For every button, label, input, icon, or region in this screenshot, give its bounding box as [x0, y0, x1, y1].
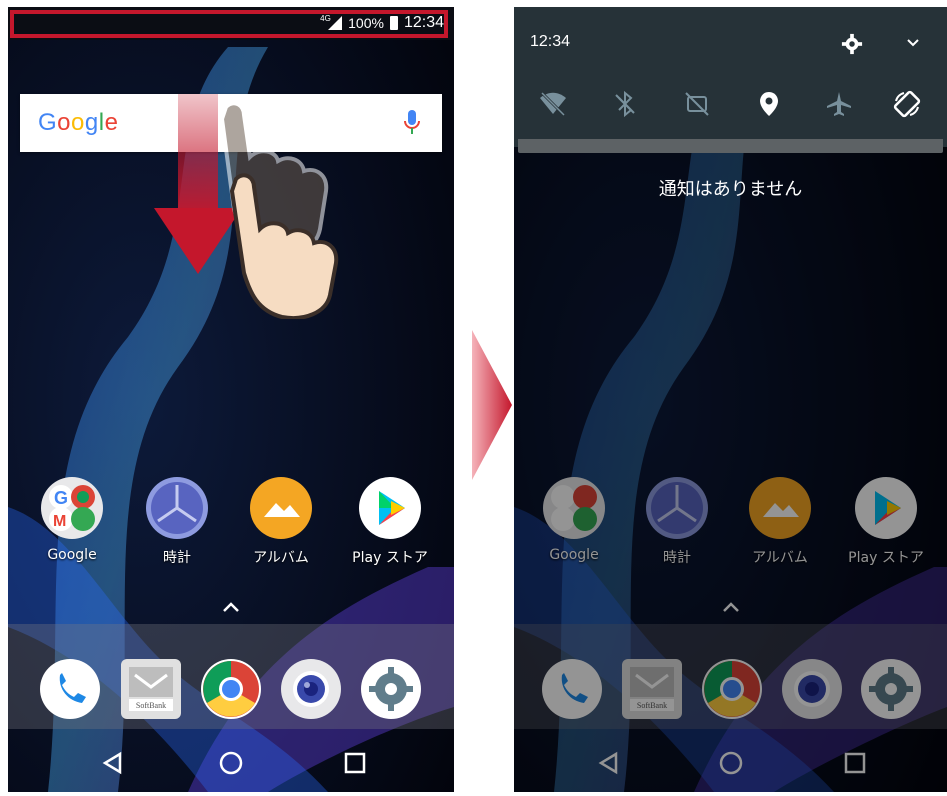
app-label: アルバム: [752, 550, 808, 566]
notification-shade[interactable]: 12:34: [514, 7, 947, 147]
app-label: Play ストア: [352, 550, 428, 566]
settings-gear-icon[interactable]: [841, 33, 863, 55]
app-google-folder[interactable]: G M Google: [26, 477, 118, 563]
app-label: Google: [47, 547, 97, 563]
app-drawer-chevron-icon[interactable]: [222, 601, 240, 613]
quick-settings-row: [528, 89, 933, 119]
chrome-icon[interactable]: [201, 659, 261, 719]
app-label: Play ストア: [848, 550, 924, 566]
bluetooth-off-icon[interactable]: [610, 89, 640, 119]
camera-icon[interactable]: [281, 659, 341, 719]
navigation-bar: [8, 732, 454, 792]
dock: SoftBank: [8, 624, 454, 729]
app-label: Google: [549, 547, 599, 563]
status-bar-highlight-frame: [10, 10, 448, 38]
app-label: 時計: [663, 550, 691, 566]
google-folder-icon: [543, 477, 605, 539]
svg-text:SoftBank: SoftBank: [136, 701, 166, 710]
app-label: アルバム: [253, 550, 309, 566]
recents-icon[interactable]: [842, 750, 868, 776]
dnd-icon[interactable]: [682, 89, 712, 119]
back-icon[interactable]: [100, 750, 126, 776]
softbank-mail-icon[interactable]: SoftBank: [121, 659, 181, 719]
svg-text:M: M: [53, 513, 66, 530]
swiping-hand-icon: [219, 101, 339, 319]
app-google-folder[interactable]: Google: [528, 477, 620, 563]
wifi-off-icon[interactable]: [538, 89, 568, 119]
play-store-icon: [359, 477, 421, 539]
app-drawer-chevron-icon[interactable]: [722, 601, 740, 613]
settings-icon[interactable]: [861, 659, 921, 719]
microphone-icon[interactable]: [404, 110, 420, 136]
app-play-store[interactable]: Play ストア: [840, 477, 932, 567]
no-notifications-message: 通知はありません: [658, 179, 803, 200]
location-icon[interactable]: [754, 89, 784, 119]
play-store-icon: [855, 477, 917, 539]
app-clock[interactable]: 時計: [631, 477, 723, 567]
clock-icon: [146, 477, 208, 539]
app-album[interactable]: アルバム: [235, 477, 327, 567]
airplane-icon[interactable]: [824, 89, 854, 119]
shade-time: 12:34: [530, 33, 571, 50]
recents-icon[interactable]: [342, 750, 368, 776]
left-phone-screen: 4G 100% 12:34 Google G M Google 時計 アルバム …: [8, 7, 454, 792]
google-logo: Google: [38, 109, 119, 136]
app-clock[interactable]: 時計: [131, 477, 223, 567]
google-folder-icon: G M: [41, 477, 103, 539]
app-album[interactable]: アルバム: [734, 477, 826, 567]
app-label: 時計: [163, 550, 191, 566]
clock-icon: [646, 477, 708, 539]
chrome-icon[interactable]: [702, 659, 762, 719]
camera-icon[interactable]: [782, 659, 842, 719]
dock: SoftBank: [514, 624, 947, 729]
right-phone-screen: Google 時計 アルバム Play ストア SoftBank 12:34 通…: [514, 7, 947, 792]
shade-drag-handle[interactable]: [518, 139, 943, 153]
softbank-mail-icon[interactable]: SoftBank: [622, 659, 682, 719]
phone-icon[interactable]: [40, 659, 100, 719]
navigation-bar: [514, 732, 947, 792]
svg-text:G: G: [54, 488, 68, 508]
expand-chevron-icon[interactable]: [905, 35, 921, 51]
home-icon[interactable]: [218, 750, 244, 776]
svg-text:SoftBank: SoftBank: [637, 701, 667, 710]
next-step-arrow-icon: [472, 330, 512, 480]
settings-icon[interactable]: [361, 659, 421, 719]
album-icon: [250, 477, 312, 539]
album-icon: [749, 477, 811, 539]
auto-rotate-icon[interactable]: [892, 89, 922, 119]
app-play-store[interactable]: Play ストア: [344, 477, 436, 567]
home-icon[interactable]: [718, 750, 744, 776]
back-icon[interactable]: [596, 750, 622, 776]
phone-icon[interactable]: [542, 659, 602, 719]
